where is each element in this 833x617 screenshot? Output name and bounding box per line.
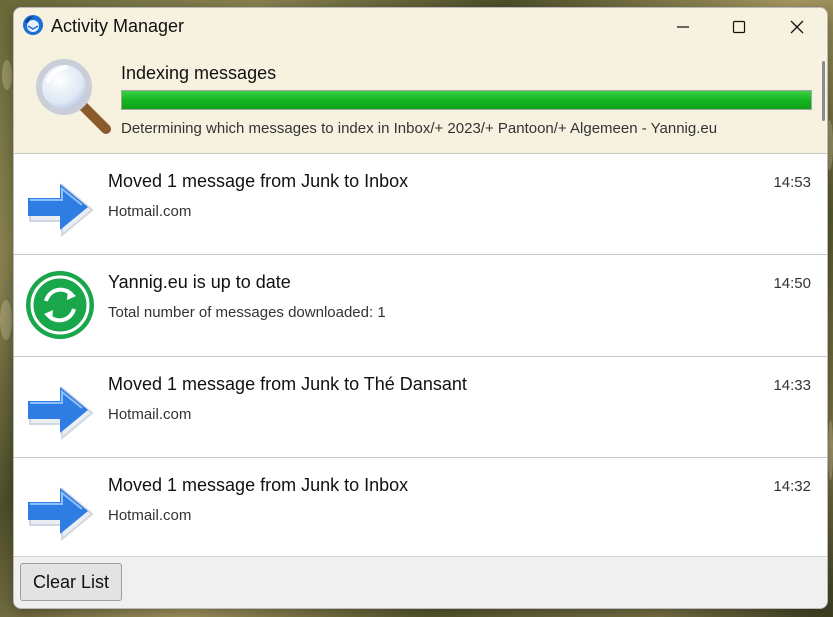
thunderbird-app-icon xyxy=(23,15,43,35)
maximize-icon xyxy=(732,20,746,33)
window-title: Activity Manager xyxy=(51,16,185,36)
maximize-button[interactable] xyxy=(710,8,768,45)
event-item[interactable]: Moved 1 message from Junk to Thé Dansant… xyxy=(14,357,827,458)
progress-fill xyxy=(122,91,811,109)
event-item[interactable]: Yannig.eu is up to date Total number of … xyxy=(14,255,827,357)
event-title: Moved 1 message from Junk to Inbox xyxy=(108,171,409,191)
event-title: Yannig.eu is up to date xyxy=(108,272,291,292)
sync-icon xyxy=(26,271,94,339)
close-icon xyxy=(790,20,804,33)
minimize-button[interactable] xyxy=(654,8,712,45)
event-title: Moved 1 message from Junk to Thé Dansant xyxy=(108,374,467,394)
arrow-right-icon xyxy=(28,486,94,542)
arrow-right-icon xyxy=(28,385,94,441)
activity-item-indexing[interactable]: Indexing messages Determining which mess… xyxy=(14,45,827,155)
event-details: Total number of messages downloaded: 1 xyxy=(108,304,386,321)
event-account: Hotmail.com xyxy=(108,203,192,220)
footer-bar: Clear List xyxy=(14,556,827,608)
event-time: 14:50 xyxy=(773,275,811,292)
event-item[interactable]: Moved 1 message from Junk to Inbox Hotma… xyxy=(14,154,827,255)
close-button[interactable] xyxy=(768,8,826,45)
minimize-icon xyxy=(677,25,689,28)
activity-status: Determining which messages to index in I… xyxy=(121,120,718,137)
magnifier-icon xyxy=(36,59,111,134)
indexing-progress-bar xyxy=(121,90,812,110)
event-account: Hotmail.com xyxy=(108,507,192,524)
scrollbar-thumb[interactable] xyxy=(822,61,825,121)
activity-manager-window: Activity Manager Indexing messages Deter… xyxy=(13,7,828,609)
event-time: 14:53 xyxy=(773,174,811,191)
activity-list[interactable]: Indexing messages Determining which mess… xyxy=(14,45,827,556)
event-time: 14:32 xyxy=(773,478,811,495)
activity-title: Indexing messages xyxy=(121,63,277,83)
event-item[interactable]: Moved 1 message from Junk to Inbox Hotma… xyxy=(14,458,827,556)
arrow-right-icon xyxy=(28,182,94,238)
event-time: 14:33 xyxy=(773,377,811,394)
clear-list-button[interactable]: Clear List xyxy=(20,563,122,601)
event-title: Moved 1 message from Junk to Inbox xyxy=(108,475,409,495)
event-account: Hotmail.com xyxy=(108,406,192,423)
title-bar[interactable]: Activity Manager xyxy=(14,8,827,45)
